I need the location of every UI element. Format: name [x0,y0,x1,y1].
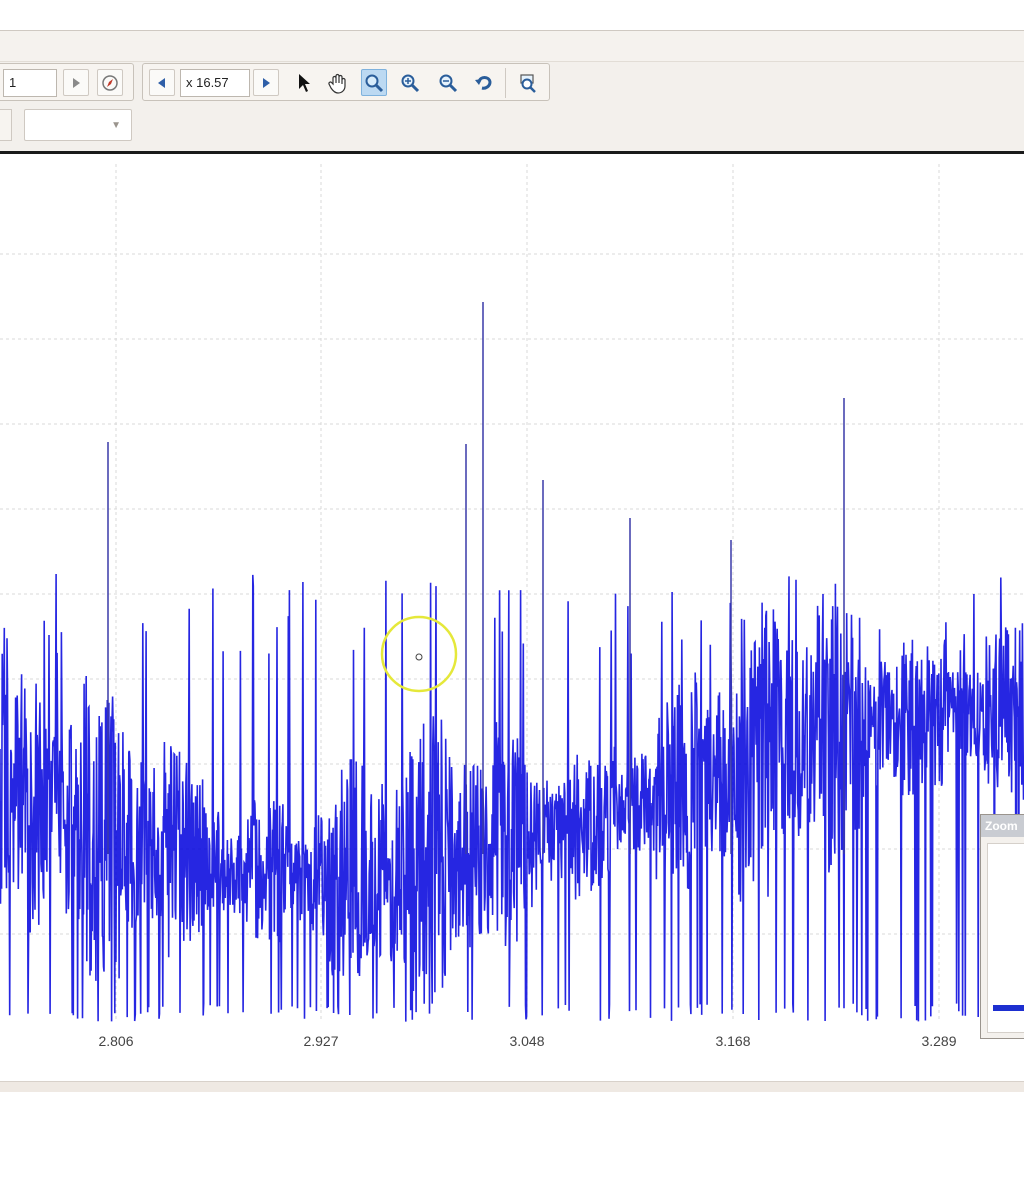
x-tick-label: 2.806 [98,1033,133,1049]
cursor-dot [415,653,423,661]
plot-area[interactable]: 2.806 2.927 3.048 3.168 3.289 Zoom [0,151,1024,1081]
compass-button[interactable] [97,69,123,96]
signal-line [0,573,1024,1022]
hand-pan-icon [328,73,346,94]
channel-dropdown[interactable]: ▼ [24,109,132,141]
compass-icon [102,74,118,91]
toolbar-separator [505,68,506,98]
zoom-out-button[interactable] [435,69,461,96]
x-tick-label: 3.289 [921,1033,956,1049]
triangle-left-icon [158,77,165,88]
zoom-overview-window[interactable]: Zoom [980,814,1024,1039]
chart-grid [0,164,1024,1022]
cursor-highlight [380,615,458,693]
zoom-reset-button[interactable] [515,69,541,96]
triangle-right-icon [263,77,270,88]
pointer-tool-button[interactable] [291,69,317,96]
top-gap [0,0,1024,31]
panel-toggle[interactable] [0,109,12,141]
page-input[interactable]: 1 [3,69,57,97]
zoom-select-icon [365,74,384,92]
zoom-in-icon [401,74,420,92]
triangle-right-icon [73,77,80,88]
page-navigator-group: 1 [0,63,134,101]
signal-chart[interactable]: 2.806 2.927 3.048 3.168 3.289 [0,154,1024,1081]
undo-zoom-button[interactable] [471,69,497,96]
zoom-out-icon [439,74,458,92]
toolbar-row-2: ▼ [0,103,1024,149]
signal-trace [0,302,1024,1022]
zoom-overview-trace [993,1005,1024,1011]
zoom-window-title[interactable]: Zoom [981,815,1024,837]
x-tick-label: 3.168 [715,1033,750,1049]
arrow-cursor-icon [299,73,310,92]
zoom-in-button[interactable] [397,69,423,96]
pan-tool-button[interactable] [325,69,351,96]
x-tick-label: 3.048 [509,1033,544,1049]
chevron-down-icon: ▼ [111,120,121,131]
x-tick-label: 2.927 [303,1033,338,1049]
zoom-reset-icon [520,73,536,93]
window-titlebar [0,31,1024,62]
next-zoom-button[interactable] [253,69,279,96]
signal-viewer-window: 1 x 16.57 ▼ 2.806 2.927 3.048 3.168 3.28… [0,30,1024,1092]
x-axis-ticks: 2.806 2.927 3.048 3.168 3.289 [98,1033,956,1049]
zoom-tools-group: x 16.57 [142,63,550,101]
toolbar: 1 x 16.57 [0,61,1024,103]
next-page-button[interactable] [63,69,89,96]
previous-zoom-button[interactable] [149,69,175,96]
zoom-select-tool-button[interactable] [361,69,387,96]
undo-icon [475,75,492,90]
window-bottom-edge [0,1081,1024,1092]
zoom-factor-input[interactable]: x 16.57 [180,69,250,97]
